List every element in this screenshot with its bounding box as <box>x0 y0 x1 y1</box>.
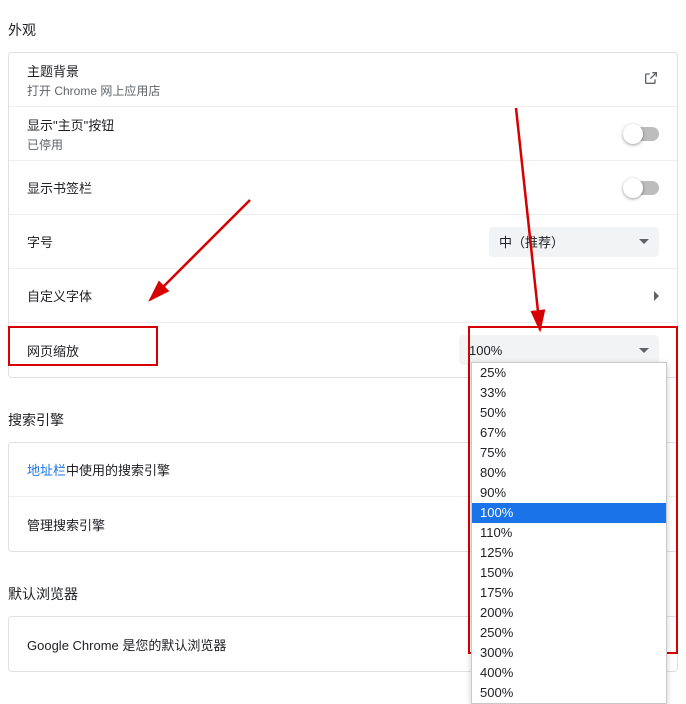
page-zoom-select[interactable]: 100% <box>459 335 659 365</box>
zoom-option[interactable]: 300% <box>472 643 666 663</box>
home-button-toggle[interactable] <box>625 127 659 141</box>
zoom-option[interactable]: 500% <box>472 683 666 703</box>
font-size-select[interactable]: 中（推荐） <box>489 227 659 257</box>
address-bar-link[interactable]: 地址栏 <box>27 463 66 478</box>
zoom-option[interactable]: 50% <box>472 403 666 423</box>
zoom-option[interactable]: 110% <box>472 523 666 543</box>
font-size-row: 字号 中（推荐） <box>9 215 677 269</box>
zoom-option[interactable]: 33% <box>472 383 666 403</box>
custom-fonts-row[interactable]: 自定义字体 <box>9 269 677 323</box>
open-external-icon[interactable] <box>643 70 659 89</box>
zoom-option[interactable]: 400% <box>472 663 666 683</box>
zoom-option[interactable]: 175% <box>472 583 666 603</box>
page-zoom-dropdown[interactable]: 25%33%50%67%75%80%90%100%110%125%150%175… <box>471 362 667 704</box>
theme-sub: 打开 Chrome 网上应用店 <box>27 82 160 99</box>
font-size-value: 中（推荐） <box>499 232 564 251</box>
page-zoom-value: 100% <box>469 343 502 358</box>
zoom-option[interactable]: 200% <box>472 603 666 623</box>
zoom-option[interactable]: 67% <box>472 423 666 443</box>
manage-search-title: 管理搜索引擎 <box>27 515 105 534</box>
appearance-header: 外观 <box>0 0 686 52</box>
zoom-option[interactable]: 250% <box>472 623 666 643</box>
page-zoom-title: 网页缩放 <box>27 341 79 360</box>
home-button-row: 显示"主页"按钮 已停用 <box>9 107 677 161</box>
custom-fonts-title: 自定义字体 <box>27 286 92 305</box>
theme-title: 主题背景 <box>27 61 160 80</box>
home-button-title: 显示"主页"按钮 <box>27 115 114 134</box>
caret-down-icon <box>639 239 649 244</box>
zoom-option[interactable]: 90% <box>472 483 666 503</box>
zoom-option[interactable]: 80% <box>472 463 666 483</box>
home-button-sub: 已停用 <box>27 136 114 153</box>
zoom-option[interactable]: 100% <box>472 503 666 523</box>
zoom-option[interactable]: 125% <box>472 543 666 563</box>
appearance-card: 主题背景 打开 Chrome 网上应用店 显示"主页"按钮 已停用 显示书签栏 … <box>8 52 678 378</box>
bookmark-bar-toggle[interactable] <box>625 181 659 195</box>
search-address-label: 地址栏中使用的搜索引擎 <box>27 460 170 479</box>
chevron-right-icon <box>654 291 659 301</box>
zoom-option[interactable]: 150% <box>472 563 666 583</box>
font-size-title: 字号 <box>27 232 53 251</box>
default-browser-text: Google Chrome 是您的默认浏览器 <box>27 635 226 654</box>
zoom-option[interactable]: 25% <box>472 363 666 383</box>
theme-row[interactable]: 主题背景 打开 Chrome 网上应用店 <box>9 53 677 107</box>
bookmark-bar-title: 显示书签栏 <box>27 178 92 197</box>
bookmark-bar-row: 显示书签栏 <box>9 161 677 215</box>
zoom-option[interactable]: 75% <box>472 443 666 463</box>
caret-down-icon <box>639 348 649 353</box>
